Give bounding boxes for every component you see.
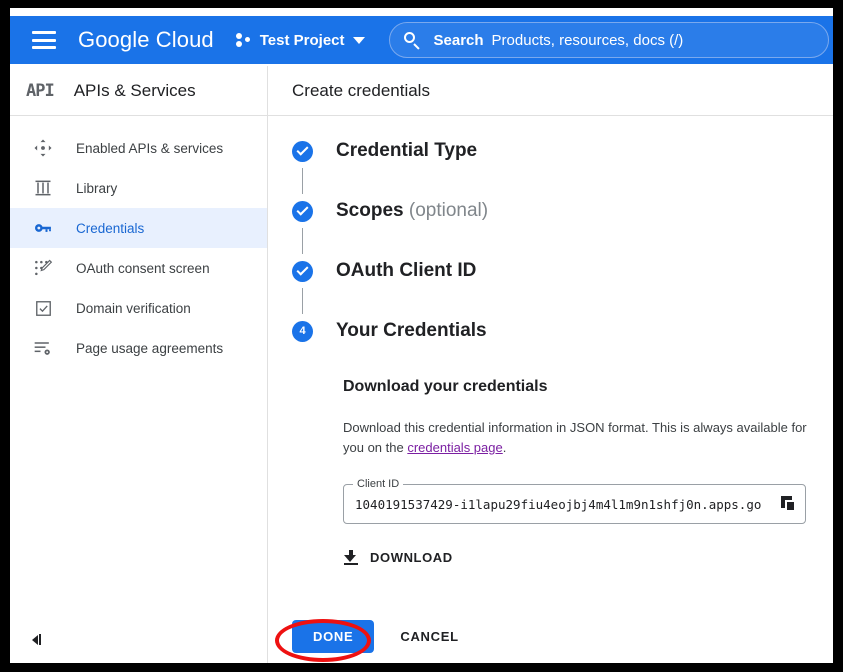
- check-icon: [292, 260, 313, 282]
- project-dots-icon: [235, 33, 252, 47]
- sidebar-item-credentials[interactable]: Credentials: [10, 208, 267, 248]
- action-bar: DONE CANCEL: [268, 609, 833, 663]
- checkbox-icon: [32, 297, 54, 319]
- done-button[interactable]: DONE: [292, 619, 375, 653]
- project-selector[interactable]: Test Project: [235, 31, 365, 49]
- sidebar-item-page-usage-agreements[interactable]: Page usage agreements: [10, 328, 267, 368]
- sidebar-nav-list: Enabled APIs & services Library Credenti…: [10, 116, 267, 368]
- sidebar: API APIs & Services Enabled APIs & servi: [10, 66, 268, 663]
- sidebar-item-label: Domain verification: [76, 300, 191, 316]
- hamburger-line: [32, 46, 56, 49]
- page-content: API APIs & Services Enabled APIs & servi: [10, 66, 833, 663]
- sidebar-header: API APIs & Services: [10, 66, 267, 116]
- screenshot-frame: Google Cloud Test Project Search Product…: [0, 0, 843, 672]
- library-columns-icon: [32, 177, 54, 199]
- sidebar-item-label: Credentials: [76, 220, 145, 236]
- brand-logo[interactable]: Google Cloud: [78, 27, 214, 53]
- client-id-value: 1040191537429-i1lapu29fiu4eojbj4m4l1m9n1…: [355, 496, 762, 512]
- step-optional-suffix: (optional): [408, 200, 489, 221]
- dashboard-arrows-icon: [32, 137, 54, 159]
- step-label-text: Scopes: [336, 200, 404, 221]
- search-placeholder: Products, resources, docs (/): [491, 31, 684, 49]
- download-credentials-panel: Download your credentials Download this …: [268, 348, 833, 570]
- panel-description: Download this credential information in …: [343, 418, 813, 458]
- step-connector: [302, 288, 303, 314]
- hamburger-line: [32, 31, 56, 34]
- sidebar-item-oauth-consent-screen[interactable]: OAuth consent screen: [10, 248, 267, 288]
- step-label: Scopes (optional): [336, 200, 488, 222]
- hamburger-line: [32, 38, 56, 42]
- step-credential-type[interactable]: Credential Type: [268, 134, 833, 168]
- hamburger-icon[interactable]: [32, 31, 56, 49]
- sidebar-item-library[interactable]: Library: [10, 168, 267, 208]
- browser-viewport: Google Cloud Test Project Search Product…: [10, 8, 833, 663]
- sidebar-item-label: OAuth consent screen: [76, 260, 210, 276]
- check-icon: [292, 200, 313, 222]
- search-icon: [403, 31, 421, 50]
- project-name-label: Test Project: [259, 31, 345, 49]
- sidebar-item-label: Page usage agreements: [76, 340, 224, 356]
- cancel-button[interactable]: CANCEL: [400, 629, 458, 644]
- oauth-dots-icon: [32, 257, 54, 279]
- step-your-credentials[interactable]: 4 Your Credentials: [268, 314, 833, 348]
- main-panel: Create credentials Credential Type Scope…: [268, 66, 833, 663]
- key-icon: [32, 217, 54, 239]
- sidebar-item-domain-verification[interactable]: Domain verification: [10, 288, 267, 328]
- credentials-page-link[interactable]: credentials page: [407, 440, 502, 455]
- stepper: Credential Type Scopes (optional) OAuth …: [268, 116, 833, 348]
- list-gear-icon: [32, 337, 54, 359]
- step-label: OAuth Client ID: [336, 260, 477, 281]
- collapse-panel-icon[interactable]: [32, 634, 41, 645]
- check-icon: [292, 140, 313, 162]
- step-number-badge: 4: [292, 320, 313, 342]
- search-label: Search: [433, 31, 484, 49]
- chevron-down-icon: [352, 36, 365, 44]
- copy-icon[interactable]: [771, 496, 805, 513]
- sidebar-item-enabled-apis[interactable]: Enabled APIs & services: [10, 128, 267, 168]
- download-button-label: DOWNLOAD: [370, 550, 453, 566]
- client-id-field[interactable]: Client ID 1040191537429-i1lapu29fiu4eojb…: [343, 478, 806, 525]
- step-oauth-client-id[interactable]: OAuth Client ID: [268, 254, 833, 288]
- step-label: Credential Type: [336, 140, 478, 161]
- main-title: Create credentials: [292, 80, 430, 100]
- download-icon: [343, 550, 358, 566]
- step-scopes[interactable]: Scopes (optional): [268, 194, 833, 228]
- sidebar-item-label: Enabled APIs & services: [76, 140, 224, 156]
- download-button[interactable]: DOWNLOAD: [343, 550, 453, 566]
- step-label: Your Credentials: [336, 320, 487, 341]
- api-logo-icon: API: [26, 80, 55, 101]
- main-header: Create credentials: [268, 66, 833, 116]
- step-connector: [302, 228, 303, 254]
- step-number: 4: [299, 324, 306, 337]
- top-app-bar: Google Cloud Test Project Search Product…: [10, 14, 833, 66]
- step-connector: [302, 168, 303, 194]
- client-id-label: Client ID: [353, 478, 404, 491]
- panel-title: Download your credentials: [343, 378, 548, 395]
- page-title: APIs & Services: [73, 80, 196, 100]
- sidebar-item-label: Library: [76, 180, 118, 196]
- search-input[interactable]: Search Products, resources, docs (/): [388, 22, 829, 58]
- panel-description-period: .: [502, 440, 507, 456]
